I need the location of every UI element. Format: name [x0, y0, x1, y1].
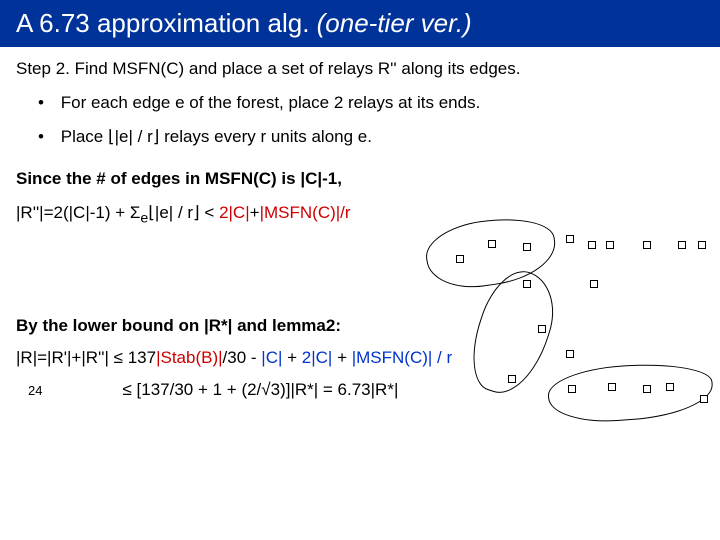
bullet-dot: •	[38, 93, 56, 113]
final-equation: ≤ [137/30 + 1 + (2/√3)]|R*| = 6.73|R*|	[122, 380, 398, 400]
node-square	[508, 375, 516, 383]
node-square	[643, 385, 651, 393]
node-square	[666, 383, 674, 391]
relay-diagram	[448, 235, 708, 415]
node-square	[700, 395, 708, 403]
req-p1: 137	[128, 348, 156, 367]
node-square	[643, 241, 651, 249]
bullet-1-text: For each edge e of the forest, place 2 r…	[61, 93, 481, 112]
node-square	[678, 241, 686, 249]
req-stab: |Stab(B)|	[156, 348, 222, 367]
bullet-1: • For each edge e of the forest, place 2…	[56, 93, 704, 113]
rprime-line: |R''|=2(|C|-1) + Σe⌊|e| / r⌋ < 2|C|+|MSF…	[16, 203, 704, 226]
req-c: |C|	[261, 348, 282, 367]
bullet-dot: •	[38, 127, 56, 147]
req-p4: +	[332, 348, 351, 367]
node-square	[456, 255, 464, 263]
req-lhs: |R|=|R'|+|R''| ≤	[16, 348, 128, 367]
req-p3: +	[282, 348, 301, 367]
rprime-lhs: |R''|=2(|C|-1) + Σ	[16, 203, 140, 222]
node-square	[566, 350, 574, 358]
node-square	[606, 241, 614, 249]
title-main: A 6.73 approximation alg.	[16, 8, 317, 38]
node-square	[566, 235, 574, 243]
node-square	[608, 383, 616, 391]
node-square	[523, 243, 531, 251]
req-msfn: |MSFN(C)| / r	[352, 348, 452, 367]
node-square	[488, 240, 496, 248]
bullet-2: • Place ⌊|e| / r⌋ relays every r units a…	[56, 127, 704, 147]
since-line: Since the # of edges in MSFN(C) is |C|-1…	[16, 169, 704, 189]
rprime-mid: ⌊|e| / r⌋ <	[148, 203, 219, 222]
node-square	[590, 280, 598, 288]
req-p2: /30 -	[223, 348, 262, 367]
node-square	[698, 241, 706, 249]
rprime-plus: +	[250, 203, 260, 222]
node-square	[523, 280, 531, 288]
node-square	[588, 241, 596, 249]
node-square	[538, 325, 546, 333]
rprime-red1: 2|C|	[219, 203, 250, 222]
page-number: 24	[28, 383, 42, 398]
bullet-2-text: Place ⌊|e| / r⌋ relays every r units alo…	[61, 127, 372, 146]
title-italic: (one-tier ver.)	[317, 8, 472, 38]
node-square	[568, 385, 576, 393]
step-line: Step 2. Find MSFN(C) and place a set of …	[16, 59, 704, 79]
req-2c: 2|C|	[302, 348, 333, 367]
rprime-red2: |MSFN(C)|/r	[260, 203, 351, 222]
slide-title: A 6.73 approximation alg. (one-tier ver.…	[0, 0, 720, 47]
